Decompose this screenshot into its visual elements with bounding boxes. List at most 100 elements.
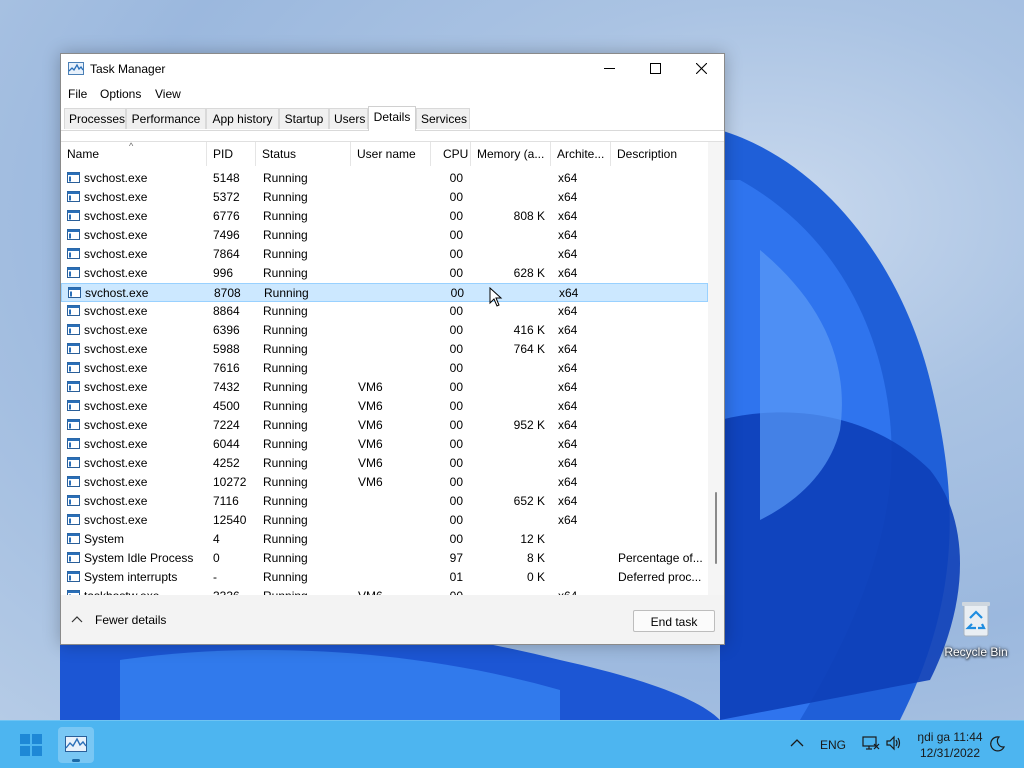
table-row[interactable]: svchost.exe 996 Running 00 628 K x64 — [61, 264, 708, 283]
process-architecture: x64 — [558, 209, 578, 223]
table-row[interactable]: svchost.exe 4252 Running VM6 00 x64 — [61, 454, 708, 473]
process-window-icon — [67, 248, 80, 259]
process-window-icon — [67, 476, 80, 487]
process-cpu: 00 — [449, 266, 463, 280]
tab-app-history[interactable]: App history — [206, 108, 279, 129]
process-cpu: 01 — [449, 570, 463, 584]
process-name: svchost.exe — [84, 323, 148, 337]
process-architecture: x64 — [558, 399, 578, 413]
column-header-pid[interactable]: PID — [207, 142, 256, 166]
process-name: svchost.exe — [84, 418, 148, 432]
tab-startup[interactable]: Startup — [279, 108, 329, 129]
process-cpu: 00 — [449, 228, 463, 242]
table-row[interactable]: svchost.exe 7496 Running 00 x64 — [61, 226, 708, 245]
end-task-button[interactable]: End task — [633, 610, 715, 632]
process-window-icon — [67, 267, 80, 278]
start-icon-tile-3 — [20, 746, 30, 756]
column-header-memory[interactable]: Memory (a... — [471, 142, 551, 166]
column-header-user[interactable]: User name — [351, 142, 431, 166]
footer-bar: Fewer details End task — [61, 595, 724, 644]
table-row[interactable]: svchost.exe 5988 Running 00 764 K x64 — [61, 340, 708, 359]
tab-details[interactable]: Details — [368, 106, 416, 131]
minimize-button[interactable] — [586, 54, 632, 84]
process-name: svchost.exe — [84, 190, 148, 204]
process-status: Running — [263, 513, 308, 527]
process-cpu: 00 — [449, 304, 463, 318]
process-cpu: 97 — [449, 551, 463, 565]
process-user: VM6 — [358, 437, 383, 451]
process-window-icon — [67, 438, 80, 449]
menu-file[interactable]: File — [68, 87, 87, 101]
process-window-icon — [67, 457, 80, 468]
table-row[interactable]: svchost.exe 7616 Running 00 x64 — [61, 359, 708, 378]
start-icon-tile-1 — [20, 734, 30, 744]
process-cpu: 00 — [449, 380, 463, 394]
process-pid: 5148 — [213, 171, 240, 185]
recycle-bin-shortcut[interactable]: Recycle Bin — [938, 598, 1014, 668]
process-status: Running — [263, 380, 308, 394]
title-bar[interactable]: Task Manager — [61, 54, 724, 84]
table-row[interactable]: svchost.exe 7116 Running 00 652 K x64 — [61, 492, 708, 511]
table-row[interactable]: svchost.exe 6396 Running 00 416 K x64 — [61, 321, 708, 340]
table-row[interactable]: System Idle Process 0 Running 97 8 K Percenta… — [61, 549, 708, 568]
column-header-description[interactable]: Description — [611, 142, 708, 166]
column-header-name[interactable]: ^ Name — [61, 142, 207, 166]
process-window-icon — [67, 210, 80, 221]
table-row[interactable]: svchost.exe 7864 Running 00 x64 — [61, 245, 708, 264]
process-window-icon — [67, 514, 80, 525]
table-row[interactable]: svchost.exe 5372 Running 00 x64 — [61, 188, 708, 207]
process-cpu: 00 — [449, 532, 463, 546]
input-language-indicator[interactable]: ENG — [820, 738, 846, 768]
start-button[interactable] — [20, 734, 42, 756]
process-architecture: x64 — [558, 361, 578, 375]
column-header-status[interactable]: Status — [256, 142, 351, 166]
table-row[interactable]: System interrupts - Running 01 0 K Deferred p… — [61, 568, 708, 587]
table-row[interactable]: svchost.exe 7432 Running VM6 00 x64 — [61, 378, 708, 397]
maximize-button[interactable] — [632, 54, 678, 84]
table-row[interactable]: svchost.exe 6776 Running 00 808 K x64 — [61, 207, 708, 226]
fewer-details-label: Fewer details — [95, 613, 167, 627]
column-header-cpu[interactable]: CPU — [431, 142, 471, 166]
process-name: svchost.exe — [84, 247, 148, 261]
table-row[interactable]: svchost.exe 8864 Running 00 x64 — [61, 302, 708, 321]
process-architecture: x64 — [558, 456, 578, 470]
table-row[interactable]: svchost.exe 7224 Running VM6 00 952 K x64 — [61, 416, 708, 435]
volume-button[interactable] — [885, 735, 903, 768]
process-memory: 8 K — [526, 551, 545, 565]
taskbar-task-manager-button[interactable] — [58, 727, 94, 763]
table-row[interactable]: svchost.exe 10272 Running VM6 00 x64 — [61, 473, 708, 492]
column-header-architecture[interactable]: Archite... — [551, 142, 611, 166]
table-row[interactable]: svchost.exe 5148 Running 00 x64 — [61, 169, 708, 188]
table-row[interactable]: System 4 Running 00 12 K — [61, 530, 708, 549]
tab-processes[interactable]: Processes — [64, 108, 126, 129]
process-status: Running — [264, 286, 309, 300]
tab-services[interactable]: Services — [416, 108, 470, 129]
process-pid: 10272 — [213, 475, 247, 489]
table-row[interactable]: svchost.exe 12540 Running 00 x64 — [61, 511, 708, 530]
network-status-button[interactable] — [862, 735, 880, 768]
process-cpu: 00 — [449, 456, 463, 470]
close-button[interactable] — [678, 54, 724, 84]
clock[interactable]: ŋdi ga 11:44 12/31/2022 — [915, 729, 985, 768]
process-status: Running — [263, 228, 308, 242]
process-memory: 652 K — [513, 494, 545, 508]
process-pid: 4500 — [213, 399, 240, 413]
menu-options[interactable]: Options — [100, 87, 141, 101]
menu-view[interactable]: View — [155, 87, 181, 101]
process-status: Running — [263, 247, 308, 261]
process-name: svchost.exe — [84, 361, 148, 375]
notifications-button[interactable] — [988, 735, 1006, 768]
table-row[interactable]: svchost.exe 4500 Running VM6 00 x64 — [61, 397, 708, 416]
table-row[interactable]: svchost.exe 6044 Running VM6 00 x64 — [61, 435, 708, 454]
process-memory: 0 K — [526, 570, 545, 584]
tab-performance[interactable]: Performance — [126, 108, 206, 129]
scrollbar-thumb[interactable] — [715, 492, 717, 564]
show-hidden-icons-button[interactable] — [790, 737, 806, 753]
process-pid: 0 — [213, 551, 220, 565]
vertical-scrollbar[interactable] — [708, 142, 724, 596]
tab-users[interactable]: Users — [329, 108, 368, 129]
process-status: Running — [263, 437, 308, 451]
process-status: Running — [263, 209, 308, 223]
table-row-selected[interactable]: svchost.exe 8708 Running 00 x64 — [61, 283, 708, 302]
process-architecture: x64 — [558, 494, 578, 508]
